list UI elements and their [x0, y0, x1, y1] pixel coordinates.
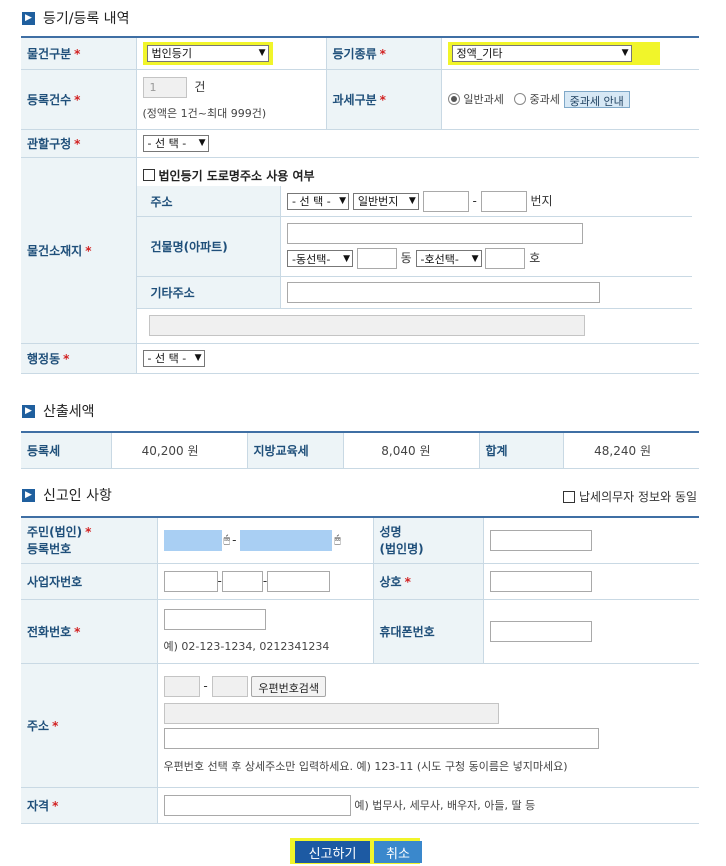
tax-section-title: ▶ 산출세액: [22, 400, 95, 422]
heavy-tax-guide-button[interactable]: 중과세 안내: [563, 90, 630, 108]
reg-tax-label: 등록세: [21, 432, 112, 469]
address-note: 우편번호 선택 후 상세주소만 입력하세요. 예) 123-11 (시도 구청 …: [163, 760, 568, 773]
chevron-down-icon: ▼: [194, 353, 202, 363]
edu-tax-label: 지방교육세: [247, 432, 344, 469]
base-address-display: [163, 703, 499, 724]
chevron-down-icon: ▼: [258, 48, 266, 59]
zip-search-button[interactable]: 우편번호검색: [251, 676, 327, 697]
tax-heavy-radio[interactable]: [513, 93, 526, 105]
qualification-label: 자격 *: [21, 787, 158, 824]
address-sub-label: 주소: [136, 186, 281, 217]
other-address-input[interactable]: [287, 281, 600, 303]
count-input[interactable]: 1: [142, 77, 187, 98]
registration-table: 물건구분 * 법인등기 ▼ 등기종류 * 정액_기타 ▼ 등록건수 * 1 건 (정액은 …: [21, 36, 699, 374]
reporter-address-label: 주소 *: [21, 663, 158, 788]
section-arrow-icon: ▶: [22, 404, 35, 418]
chevron-down-icon: ▼: [343, 253, 350, 264]
admin-dong-label: 행정동 *: [21, 343, 137, 374]
tax-normal-radio[interactable]: [447, 93, 460, 105]
admin-dong-select[interactable]: - 선 택 - ▼: [142, 349, 205, 367]
cancel-button[interactable]: 취소: [374, 841, 422, 863]
company-input[interactable]: [489, 570, 592, 592]
submit-button[interactable]: 신고하기: [295, 841, 370, 863]
property-type-label: 물건구분 *: [21, 37, 137, 70]
chevron-down-icon: ▼: [621, 48, 629, 59]
full-address-display: [148, 314, 585, 336]
lot-sub-input[interactable]: [480, 190, 527, 212]
name-label: 성명 (법인명): [373, 517, 484, 564]
section-arrow-icon: ▶: [22, 488, 35, 502]
tax-type-label: 과세구분 *: [326, 69, 442, 130]
building-name-input[interactable]: [287, 223, 583, 245]
jurisdiction-select[interactable]: - 선 택 - ▼: [142, 134, 209, 152]
total-value: 48,240 원: [563, 432, 699, 469]
chevron-down-icon: ▼: [339, 196, 346, 206]
same-as-taxpayer-option[interactable]: 납세의무자 정보와 동일: [563, 488, 697, 505]
biz-no-1-input[interactable]: [163, 570, 218, 592]
phone-note: 예) 02-123-1234, 0212341234: [163, 639, 330, 653]
total-label: 합계: [479, 432, 564, 469]
mobile-label: 휴대폰번호: [373, 599, 484, 664]
name-input[interactable]: [489, 529, 592, 551]
mouse-icon: 🖱: [334, 533, 341, 547]
property-type-select[interactable]: 법인등기 ▼: [146, 44, 269, 62]
sido-select[interactable]: - 선 택 - ▼: [287, 192, 349, 210]
building-sub-label: 건물명(아파트): [136, 216, 281, 277]
company-label: 상호 *: [373, 563, 484, 600]
reg-tax-value: 40,200 원: [111, 432, 248, 469]
zip-2-input[interactable]: [211, 676, 248, 697]
phone-label: 전화번호 *: [21, 599, 158, 664]
same-as-taxpayer-checkbox[interactable]: [563, 490, 575, 503]
tax-table: 등록세 40,200 원 지방교육세 8,040 원 합계 48,240 원: [21, 431, 699, 469]
biz-no-label: 사업자번호: [21, 563, 158, 600]
biz-no-2-input[interactable]: [221, 570, 263, 592]
registration-section-title: ▶ 등기/등록 내역: [22, 7, 129, 29]
lot-main-input[interactable]: [422, 190, 469, 212]
location-label: 물건소재지 *: [21, 157, 137, 344]
ho-input[interactable]: [485, 248, 526, 270]
id-front-input[interactable]: [163, 529, 222, 551]
count-note: (정액은 1건~최대 999건): [142, 107, 267, 120]
mobile-input[interactable]: [489, 620, 592, 642]
lot-type-select[interactable]: 일반번지 ▼: [352, 192, 419, 210]
detail-address-input[interactable]: [163, 728, 599, 749]
id-back-input[interactable]: [240, 529, 333, 551]
dong-input[interactable]: [356, 248, 397, 270]
zip-1-input[interactable]: [163, 676, 200, 697]
chevron-down-icon: ▼: [198, 138, 206, 148]
phone-input[interactable]: [163, 608, 266, 630]
reporter-section-title: ▶ 신고인 사항: [22, 484, 112, 506]
qualification-input[interactable]: [163, 794, 351, 816]
reg-kind-label: 등기종류 *: [326, 37, 442, 70]
dong-select[interactable]: -동선택- ▼: [287, 250, 353, 268]
biz-no-3-input[interactable]: [267, 570, 331, 592]
ho-select[interactable]: -호선택- ▼: [415, 250, 482, 268]
reporter-table: 주민(법인) * 등록번호 🖱 - 🖱 성명 (법인명) 사업자번호 -- 상호 * …: [21, 516, 699, 824]
qualification-note: 예) 법무사, 세무사, 배우자, 아들, 딸 등: [354, 798, 536, 812]
road-address-checkbox[interactable]: [142, 169, 155, 182]
id-number-label: 주민(법인) * 등록번호: [21, 517, 158, 564]
edu-tax-value: 8,040 원: [343, 432, 480, 469]
reg-kind-select[interactable]: 정액_기타 ▼: [451, 44, 632, 62]
jurisdiction-label: 관할구청 *: [21, 129, 137, 158]
mouse-icon: 🖱: [223, 533, 231, 547]
chevron-down-icon: ▼: [471, 253, 479, 264]
chevron-down-icon: ▼: [408, 196, 416, 206]
section-arrow-icon: ▶: [22, 11, 35, 25]
count-label: 등록건수 *: [21, 69, 137, 130]
other-address-sub-label: 기타주소: [136, 276, 281, 309]
